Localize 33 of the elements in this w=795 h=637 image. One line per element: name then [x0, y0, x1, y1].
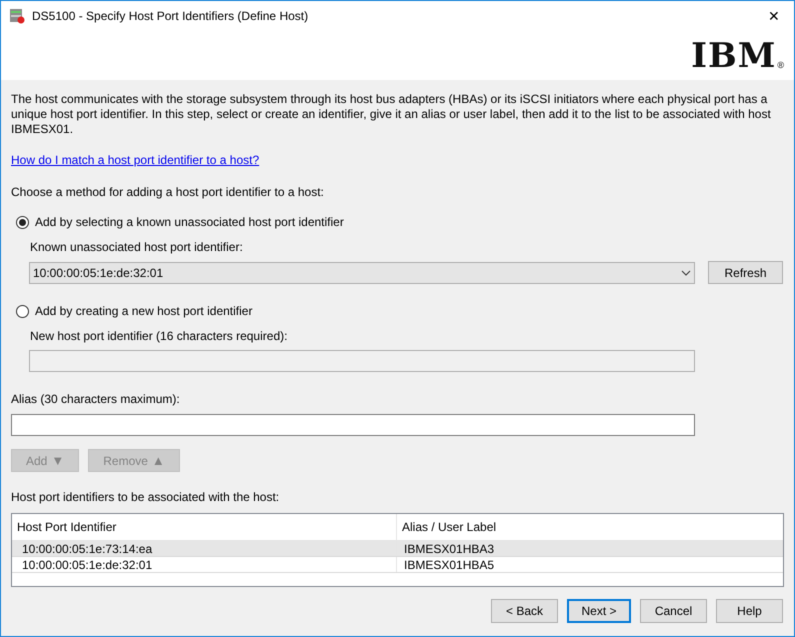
wizard-button[interactable]: Cancel [640, 599, 707, 623]
alias-label: Alias (30 characters maximum): [11, 391, 181, 408]
storage-icon [9, 8, 25, 24]
identifier-dropdown[interactable]: 10:00:00:05:1e:de:32:01 [29, 262, 695, 284]
wizard-button[interactable]: Help [716, 599, 783, 623]
wizard-button[interactable]: < Back [491, 599, 558, 623]
radio-label: Add by creating a new host port identifier [35, 303, 252, 320]
field-label: New host port identifier (16 characters required): [30, 328, 288, 345]
refresh-button[interactable]: Refresh [708, 261, 783, 284]
intro-text: The host communicates with the storage subsystem through its host bus adapters (HBAs) or its iSCSI initiators where each physical port has a unique host port identifier. In this step, select or create an identifier, give it an alias or user label, then add it to the list to be associated with host IBMESX01. [11, 92, 772, 137]
table-cell-text: IBMESX01HBA5 [403, 557, 496, 572]
table-caption: Host port identifiers to be associated with the host: [11, 489, 280, 506]
wizard-button[interactable]: Next > [567, 599, 631, 623]
dropdown-value: 10:00:00:05:1e:de:32:01 [33, 264, 164, 282]
table-row[interactable]: 10:00:00:05:1e:de:32:01 IBMESX01HBA5 [12, 557, 783, 573]
table-row[interactable]: 10:00:00:05:1e:73:14:ea IBMESX01HBA3 [12, 541, 783, 557]
table-cell: 10:00:00:05:1e:73:14:ea [12, 541, 397, 556]
column-header[interactable]: Alias / User Label [397, 514, 783, 540]
radio-button[interactable] [16, 304, 29, 318]
table-cell-text: IBMESX01HBA3 [403, 541, 496, 556]
field-label: Known unassociated host port identifier: [30, 239, 244, 256]
identifier-field[interactable] [29, 350, 695, 372]
chevron-icon [681, 270, 691, 276]
table-cell: 10:00:00:05:1e:de:32:01 [12, 557, 397, 572]
help-link[interactable]: How do I match a host port identifier to a host? [11, 151, 260, 169]
alias-field[interactable] [11, 414, 695, 436]
logo: IBM® [691, 38, 784, 72]
close-button[interactable]: ✕ [754, 1, 794, 31]
radio-button[interactable] [16, 216, 29, 228]
column-header[interactable]: Host Port Identifier [12, 514, 397, 540]
window-title: DS5100 - Specify Host Port Identifiers (Define Host) [32, 8, 308, 25]
radio-label: Add by selecting a known unassociated host port identifier [35, 214, 344, 231]
method-prompt: Choose a method for adding a host port identifier to a host: [11, 184, 325, 201]
